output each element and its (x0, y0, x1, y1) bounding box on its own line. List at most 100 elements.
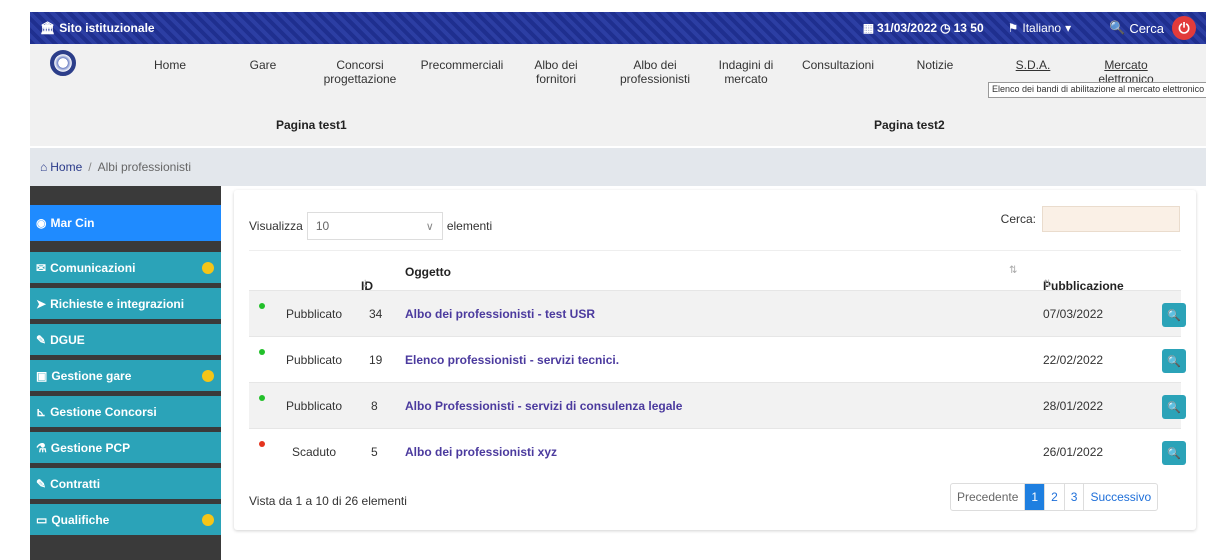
header-object[interactable]: Oggetto (405, 265, 451, 279)
breadcrumb-home[interactable]: ⌂ Home (40, 160, 82, 174)
row-id: 5 (371, 445, 378, 459)
page-length-control: Visualizza 10 ∨ elementi (249, 212, 492, 240)
subnav-pagina-test2[interactable]: Pagina test2 (874, 118, 945, 132)
table-search-input[interactable] (1042, 206, 1180, 232)
row-object-link[interactable]: Albo dei professionisti - test USR (405, 307, 595, 321)
magnifier-icon: 🔍 (1167, 309, 1181, 322)
nav-precommerciali[interactable]: Precommerciali (412, 58, 512, 72)
row-object-link[interactable]: Albo Professionisti - servizi di consule… (405, 399, 682, 413)
pagination-page-3[interactable]: 3 (1063, 484, 1084, 510)
site-label: Sito istituzionale (59, 21, 155, 35)
status-text: Pubblicato (286, 307, 343, 321)
briefcase-icon: ▣ (36, 368, 48, 383)
clock-icon: ◷ (940, 21, 951, 35)
row-object-link[interactable]: Elenco professionisti - servizi tecnici. (405, 353, 619, 367)
table-row: Pubblicato 19 Elenco professionisti - se… (249, 336, 1186, 382)
breadcrumb-home-label: Home (50, 160, 83, 174)
magnifier-icon: 🔍 (1167, 447, 1181, 460)
sidebar-item-label: Richieste e integrazioni (50, 296, 185, 311)
top-bar: 🏛 Sito istituzionale ▦ 31/03/2022 ◷ 13 5… (30, 12, 1206, 44)
language-selector[interactable]: ⚑ Italiano ▾ (1008, 21, 1072, 35)
sidebar-item-gestione-gare[interactable]: ▣ Gestione gare (30, 360, 221, 391)
nav-mercato-elettronico[interactable]: Mercato elettronico (1090, 58, 1162, 82)
sidebar-item-label: Gestione gare (51, 368, 132, 383)
left-margin (0, 0, 30, 560)
row-id: 19 (369, 353, 383, 367)
table-row: Scaduto 5 Albo dei professionisti xyz 26… (249, 428, 1186, 474)
chevron-down-icon: ∨ (425, 220, 434, 233)
magnifier-icon: 🔍 (1167, 401, 1181, 414)
notification-dot (202, 369, 214, 382)
sidebar-item-label: DGUE (50, 332, 85, 347)
nav-indagini[interactable]: Indagini di mercato (716, 58, 776, 86)
sidebar-item-comunicazioni[interactable]: ✉ Comunicazioni (30, 252, 221, 283)
nav-consultazioni[interactable]: Consultazioni (796, 58, 880, 72)
nav-albo-professionisti[interactable]: Albo dei professionisti (610, 58, 700, 86)
status-text: Scaduto (292, 445, 337, 459)
subnav-pagina-test1[interactable]: Pagina test1 (276, 118, 347, 132)
table-header: ID ⇣ Oggetto ⇅ Pubblicazione ⇅ (249, 250, 1181, 293)
pagination-page-1[interactable]: 1 (1024, 484, 1045, 510)
view-button[interactable]: 🔍 (1162, 303, 1186, 327)
flask-icon: ⚗ (36, 440, 47, 455)
user-circle-icon: ◉ (36, 216, 47, 230)
search-button[interactable]: 🔍 Cerca (1109, 20, 1164, 36)
table-info: Vista da 1 a 10 di 26 elementi (249, 494, 407, 508)
paper-plane-icon: ➤ (36, 296, 47, 311)
search-icon: 🔍 (1109, 20, 1126, 35)
nav-albo-fornitori[interactable]: Albo dei fornitori (526, 58, 586, 86)
albi-table-card: Visualizza 10 ∨ elementi Cerca: ID ⇣ Ogg… (234, 190, 1196, 530)
row-id: 8 (371, 399, 378, 413)
logo[interactable] (50, 50, 76, 76)
sidebar-item-qualifiche[interactable]: ▭ Qualifiche (30, 504, 221, 535)
site-link[interactable]: 🏛 Sito istituzionale (40, 21, 155, 35)
row-id: 34 (369, 307, 383, 321)
edit-icon: ✎ (36, 332, 47, 347)
status-dot (259, 395, 265, 401)
sidebar-item-gestione-pcp[interactable]: ⚗ Gestione PCP (30, 432, 221, 463)
sidebar-item-gestione-concorsi[interactable]: ⊾ Gestione Concorsi (30, 396, 221, 427)
nav-concorsi[interactable]: Concorsi progettazione (310, 58, 410, 86)
row-date: 22/02/2022 (1043, 353, 1104, 367)
notification-dot (202, 513, 214, 526)
pen-square-icon: ✎ (36, 476, 47, 491)
nav-notizie[interactable]: Notizie (908, 58, 962, 72)
envelope-icon: ✉ (36, 260, 47, 275)
view-button[interactable]: 🔍 (1162, 395, 1186, 419)
nav-home[interactable]: Home (148, 58, 192, 72)
pagination-page-2[interactable]: 2 (1044, 484, 1064, 510)
calendar-icon: ▦ (862, 21, 875, 35)
pagination-prev[interactable]: Precedente (951, 484, 1024, 510)
nav-gare[interactable]: Gare (243, 58, 283, 72)
status-dot (259, 303, 265, 309)
row-date: 26/01/2022 (1043, 445, 1104, 459)
sidebar-user[interactable]: ◉ Mar Cin (30, 205, 221, 241)
page-length-value: 10 (315, 219, 330, 233)
page-length-select[interactable]: 10 ∨ (306, 212, 443, 240)
logout-button[interactable]: ⏻ (1172, 16, 1196, 40)
table-search: Cerca: (1001, 206, 1180, 232)
folder-icon: ▭ (36, 512, 48, 527)
sort-icon[interactable]: ⇅ (1009, 265, 1017, 276)
flag-icon: ⚑ (1007, 21, 1019, 35)
home-icon: ⌂ (40, 160, 48, 174)
sort-icon: ⇅ (1043, 279, 1052, 290)
length-prefix: Visualizza (249, 219, 303, 233)
length-suffix: elementi (446, 219, 493, 233)
sidebar-item-richieste[interactable]: ➤ Richieste e integrazioni (30, 288, 221, 319)
sidebar-item-dgue[interactable]: ✎ DGUE (30, 324, 221, 355)
language-label: Italiano (1022, 21, 1062, 35)
view-button[interactable]: 🔍 (1162, 441, 1186, 465)
view-button[interactable]: 🔍 (1162, 349, 1186, 373)
sidebar-item-contratti[interactable]: ✎ Contratti (30, 468, 221, 499)
row-object-link[interactable]: Albo dei professionisti xyz (405, 445, 557, 459)
nav-sda[interactable]: S.D.A. (1008, 58, 1058, 72)
status-dot (259, 441, 265, 447)
pagination-next[interactable]: Successivo (1083, 484, 1157, 510)
notification-dot (202, 261, 214, 274)
sidebar-item-label: Gestione Concorsi (50, 404, 157, 419)
sidebar-item-label: Contratti (50, 476, 101, 491)
sidebar-item-label: Qualifiche (51, 512, 110, 527)
magnifier-icon: 🔍 (1167, 355, 1181, 368)
sort-desc-icon: ⇣ (361, 279, 370, 290)
